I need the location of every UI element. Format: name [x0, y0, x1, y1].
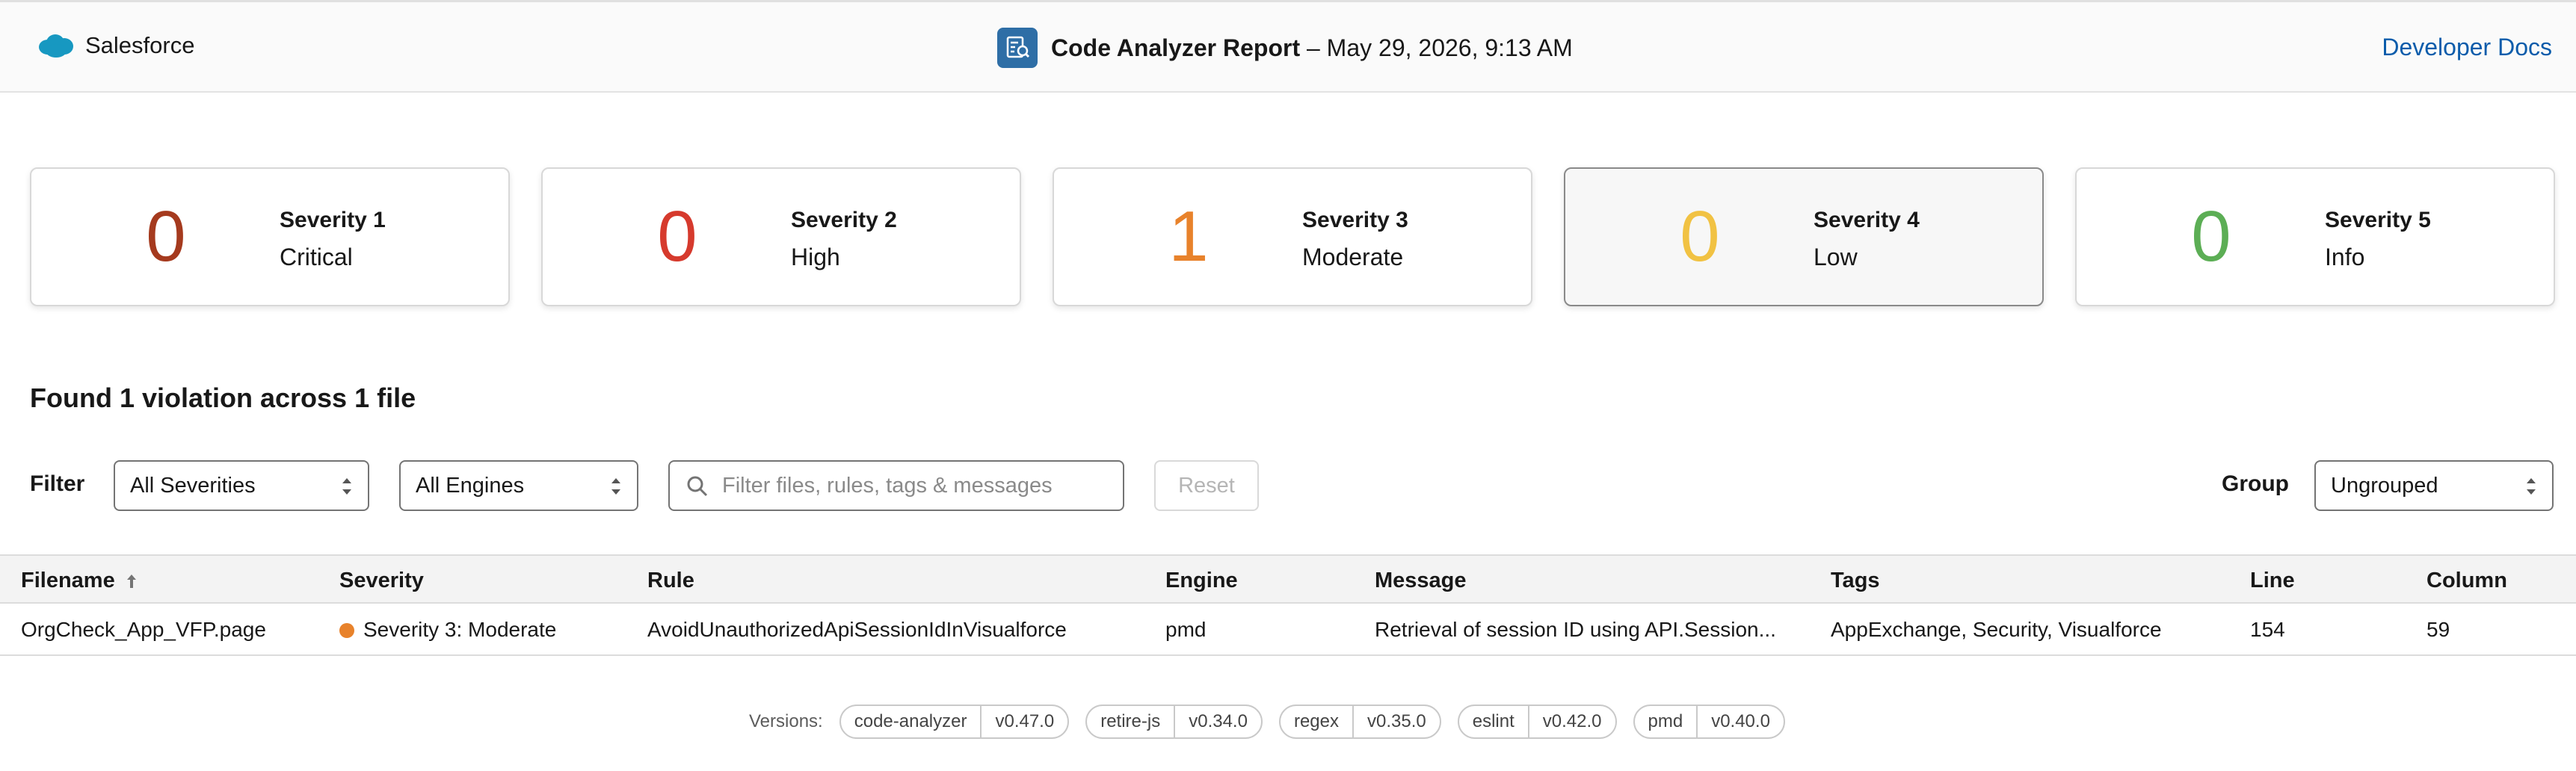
cell-filename: OrgCheck_App_VFP.page [21, 618, 266, 641]
report-icon [997, 28, 1038, 68]
cell-tags: AppExchange, Security, Visualforce [1831, 618, 2162, 641]
cell-severity-text: Severity 3: Moderate [363, 618, 557, 641]
severity-card-4[interactable]: 0 Severity 4 Low [1564, 167, 2044, 306]
severity-count: 0 [2191, 196, 2231, 276]
severity-card-5[interactable]: 0 Severity 5 Info [2075, 167, 2555, 306]
cell-rule: AvoidUnauthorizedApiSessionIdInVisualfor… [647, 618, 1067, 641]
severity-count: 0 [146, 196, 186, 276]
severity-card-3[interactable]: 1 Severity 3 Moderate [1053, 167, 1532, 306]
select-arrows-icon [2527, 478, 2536, 495]
group-label: Group [2222, 471, 2289, 496]
cell-column: 59 [2426, 618, 2450, 641]
engine-version: v0.35.0 [1367, 711, 1426, 731]
salesforce-cloud-icon [36, 32, 75, 59]
filter-label: Filter [30, 471, 85, 496]
brand-name: Salesforce [85, 32, 195, 58]
column-header-label: Filename [21, 569, 115, 592]
version-pill: regex v0.35.0 [1278, 705, 1441, 739]
cell-severity: Severity 3: Moderate [339, 618, 556, 642]
engine-version: v0.42.0 [1542, 711, 1602, 731]
severity-name: Info [2325, 244, 2365, 270]
severity-card-2[interactable]: 0 Severity 2 High [541, 167, 1021, 306]
select-arrows-icon [611, 478, 620, 495]
violation-summary: Found 1 violation across 1 file [30, 383, 416, 413]
severity-cards: 0 Severity 1 Critical 0 Severity 2 High … [30, 167, 2555, 306]
column-header-column[interactable]: Column [2426, 569, 2507, 593]
severity-label: Severity 3 [1302, 208, 1408, 232]
search-box[interactable] [668, 460, 1124, 511]
column-header-filename[interactable]: Filename [21, 569, 138, 593]
column-header-message[interactable]: Message [1375, 569, 1467, 593]
table-header: Filename Severity Rule Engine Message Ta… [0, 554, 2576, 604]
select-arrows-icon [342, 478, 351, 495]
engine-name: pmd [1635, 706, 1698, 737]
severity-name: Critical [280, 244, 353, 270]
severity-label: Severity 5 [2325, 208, 2431, 232]
column-header-engine[interactable]: Engine [1165, 569, 1238, 593]
sort-ascending-icon [126, 575, 136, 589]
search-icon [687, 476, 708, 497]
engine-name: regex [1281, 706, 1354, 737]
group-select[interactable]: Ungrouped [2314, 460, 2554, 511]
search-input[interactable] [721, 466, 1109, 505]
engine-version: v0.40.0 [1711, 711, 1770, 731]
versions-bar: Versions: code-analyzer v0.47.0 retire-j… [749, 705, 1785, 739]
severity-label: Severity 2 [791, 208, 897, 232]
developer-docs-link[interactable]: Developer Docs [2382, 34, 2552, 61]
report-title: Code Analyzer Report – May 29, 2026, 9:1… [997, 28, 1573, 68]
reset-button[interactable]: Reset [1154, 460, 1259, 511]
column-header-tags[interactable]: Tags [1831, 569, 1880, 593]
cell-message: Retrieval of session ID using API.Sessio… [1375, 618, 1776, 641]
severity-dot-icon [339, 623, 354, 638]
column-header-severity[interactable]: Severity [339, 569, 424, 593]
column-header-rule[interactable]: Rule [647, 569, 694, 593]
severity-name: High [791, 244, 840, 270]
report-title-text: Code Analyzer Report [1051, 34, 1301, 61]
engine-name: retire-js [1087, 706, 1176, 737]
severity-count: 0 [657, 196, 697, 276]
severity-count: 0 [1680, 196, 1720, 276]
column-header-line[interactable]: Line [2250, 569, 2295, 593]
version-pill: code-analyzer v0.47.0 [839, 705, 1070, 739]
engine-filter-value: All Engines [416, 474, 525, 498]
version-pill: eslint v0.42.0 [1457, 705, 1617, 739]
engine-filter-select[interactable]: All Engines [399, 460, 638, 511]
table-row[interactable]: OrgCheck_App_VFP.page Severity 3: Modera… [0, 604, 2576, 656]
cell-line: 154 [2250, 618, 2285, 641]
report-header: Salesforce Code Analyzer Report – May 29… [0, 0, 2576, 93]
severity-label: Severity 4 [1814, 208, 1920, 232]
engine-version: v0.34.0 [1189, 711, 1248, 731]
version-pill: retire-js v0.34.0 [1085, 705, 1263, 739]
severity-count: 1 [1168, 196, 1209, 276]
brand: Salesforce [36, 32, 194, 59]
group-select-value: Ungrouped [2331, 474, 2438, 498]
cell-engine: pmd [1165, 618, 1207, 641]
engine-name: code-analyzer [841, 706, 982, 737]
engine-name: eslint [1459, 706, 1529, 737]
severity-name: Moderate [1302, 244, 1404, 270]
severity-name: Low [1814, 244, 1858, 270]
severity-label: Severity 1 [280, 208, 386, 232]
engine-version: v0.47.0 [995, 711, 1055, 731]
severity-card-1[interactable]: 0 Severity 1 Critical [30, 167, 510, 306]
severity-filter-value: All Severities [130, 474, 256, 498]
versions-label: Versions: [749, 711, 823, 731]
severity-filter-select[interactable]: All Severities [114, 460, 369, 511]
report-datetime: – May 29, 2026, 9:13 AM [1306, 34, 1573, 61]
version-pill: pmd v0.40.0 [1633, 705, 1785, 739]
